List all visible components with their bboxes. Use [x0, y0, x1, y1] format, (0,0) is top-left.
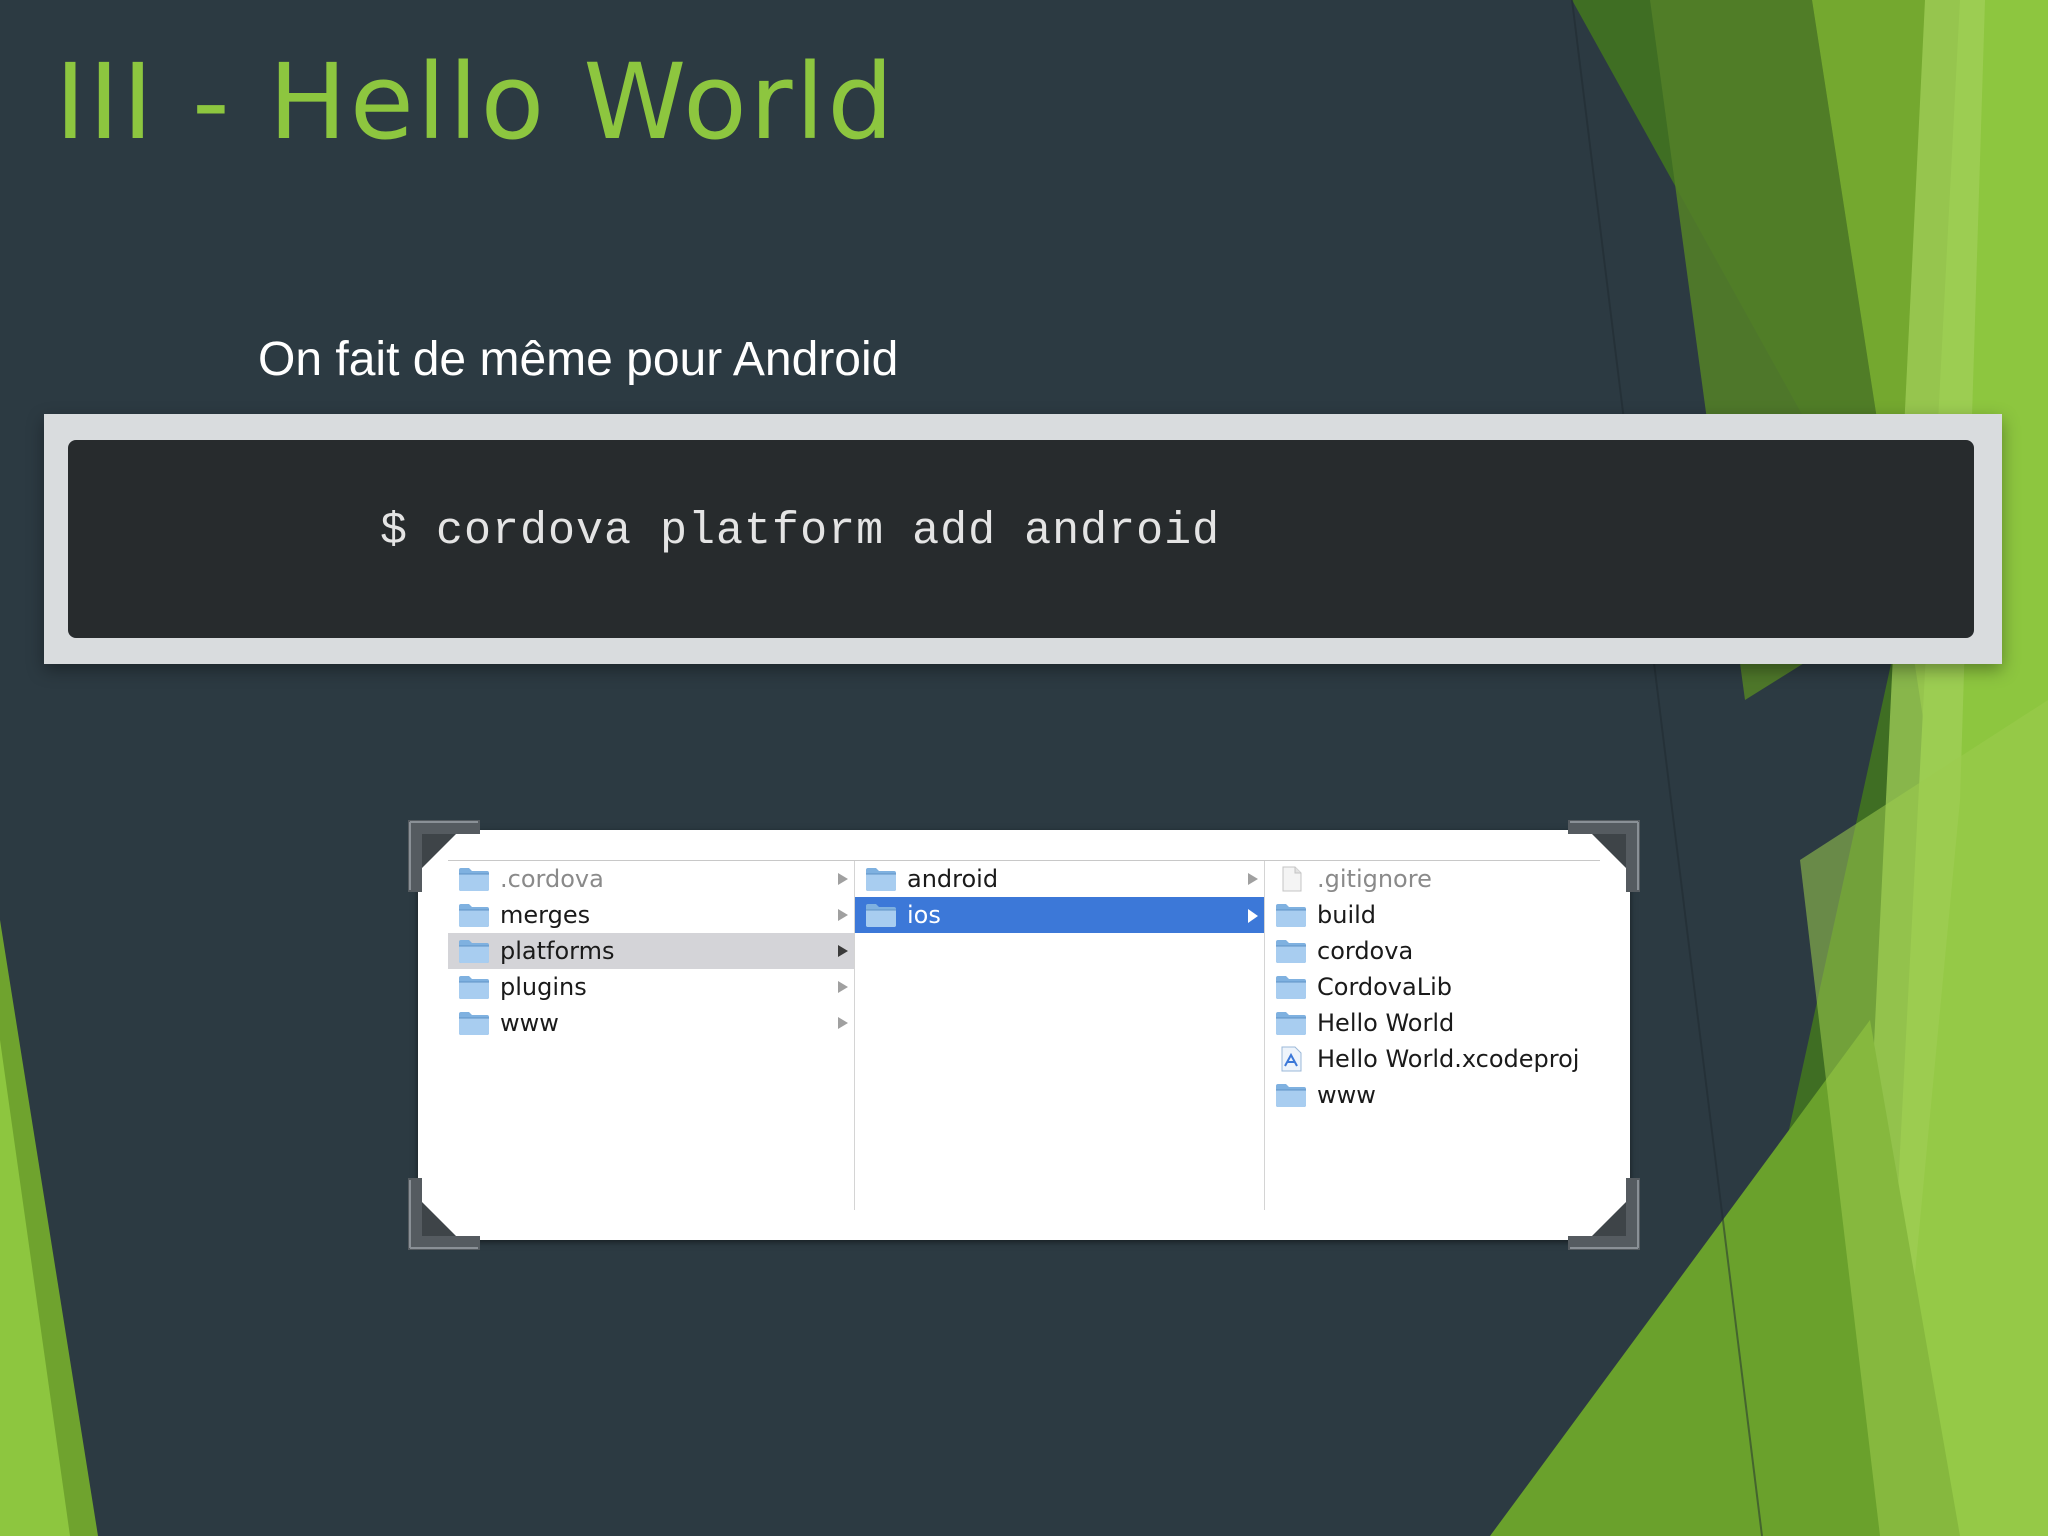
disclosure-arrow-icon: [838, 1017, 848, 1029]
finder-item-label: www: [500, 1009, 559, 1037]
finder-column-ios: .gitignore build cordova CordovaLib Hello Wo…: [1265, 861, 1600, 1210]
finder-column-project: .cordova merges platforms plugins www: [448, 861, 855, 1210]
finder-item-hello-world-xcodeproj[interactable]: Hello World.xcodeproj: [1265, 1041, 1600, 1077]
finder-item-gitignore[interactable]: .gitignore: [1265, 861, 1600, 897]
folder-icon: [1275, 974, 1307, 1000]
slide-background: [0, 0, 2048, 1536]
folder-icon: [865, 902, 897, 928]
finder-column-platforms: android ios: [855, 861, 1265, 1210]
disclosure-arrow-icon: [838, 945, 848, 957]
finder-item-label: Hello World.xcodeproj: [1317, 1045, 1580, 1073]
terminal-command: $ cordova platform add android: [380, 506, 1221, 557]
finder-item-label: cordova: [1317, 937, 1414, 965]
disclosure-arrow-icon: [1248, 909, 1258, 923]
folder-icon: [1275, 1010, 1307, 1036]
finder-item-www[interactable]: www: [448, 1005, 854, 1041]
finder-item-label: platforms: [500, 937, 615, 965]
folder-icon: [458, 866, 490, 892]
finder-item-www[interactable]: www: [1265, 1077, 1600, 1113]
disclosure-arrow-icon: [838, 909, 848, 921]
finder-item-build[interactable]: build: [1265, 897, 1600, 933]
disclosure-arrow-icon: [838, 981, 848, 993]
finder-item-label: www: [1317, 1081, 1376, 1109]
terminal-code-box: $ cordova platform add android: [68, 440, 1974, 638]
finder-item-label: build: [1317, 901, 1377, 929]
code-block-frame: $ cordova platform add android: [44, 414, 2002, 664]
finder-item-label: ios: [907, 901, 941, 929]
folder-icon: [458, 1010, 490, 1036]
finder-item-cordova[interactable]: .cordova: [448, 861, 854, 897]
finder-item-label: .cordova: [500, 865, 604, 893]
finder-item-platforms[interactable]: platforms: [448, 933, 854, 969]
folder-icon: [458, 902, 490, 928]
finder-item-cordova[interactable]: cordova: [1265, 933, 1600, 969]
disclosure-arrow-icon: [838, 873, 848, 885]
finder-item-plugins[interactable]: plugins: [448, 969, 854, 1005]
slide-title: III - Hello World: [55, 41, 897, 163]
xcodeproj-icon: [1275, 1046, 1307, 1072]
document-icon: [1275, 866, 1307, 892]
slide-subtitle: On fait de même pour Android: [258, 333, 899, 386]
finder-item-label: android: [907, 865, 999, 893]
finder-item-android[interactable]: android: [855, 861, 1264, 897]
finder-item-label: plugins: [500, 973, 587, 1001]
finder-screenshot: .cordova merges platforms plugins www androi…: [408, 820, 1640, 1250]
finder-item-label: CordovaLib: [1317, 973, 1452, 1001]
finder-item-label: Hello World: [1317, 1009, 1455, 1037]
folder-icon: [1275, 938, 1307, 964]
folder-icon: [458, 938, 490, 964]
finder-item-cordovalib[interactable]: CordovaLib: [1265, 969, 1600, 1005]
finder-item-label: .gitignore: [1317, 865, 1432, 893]
folder-icon: [1275, 902, 1307, 928]
disclosure-arrow-icon: [1248, 873, 1258, 885]
finder-item-ios[interactable]: ios: [855, 897, 1264, 933]
folder-icon: [1275, 1082, 1307, 1108]
folder-icon: [458, 974, 490, 1000]
finder-item-merges[interactable]: merges: [448, 897, 854, 933]
finder-item-hello-world[interactable]: Hello World: [1265, 1005, 1600, 1041]
finder-item-label: merges: [500, 901, 591, 929]
folder-icon: [865, 866, 897, 892]
